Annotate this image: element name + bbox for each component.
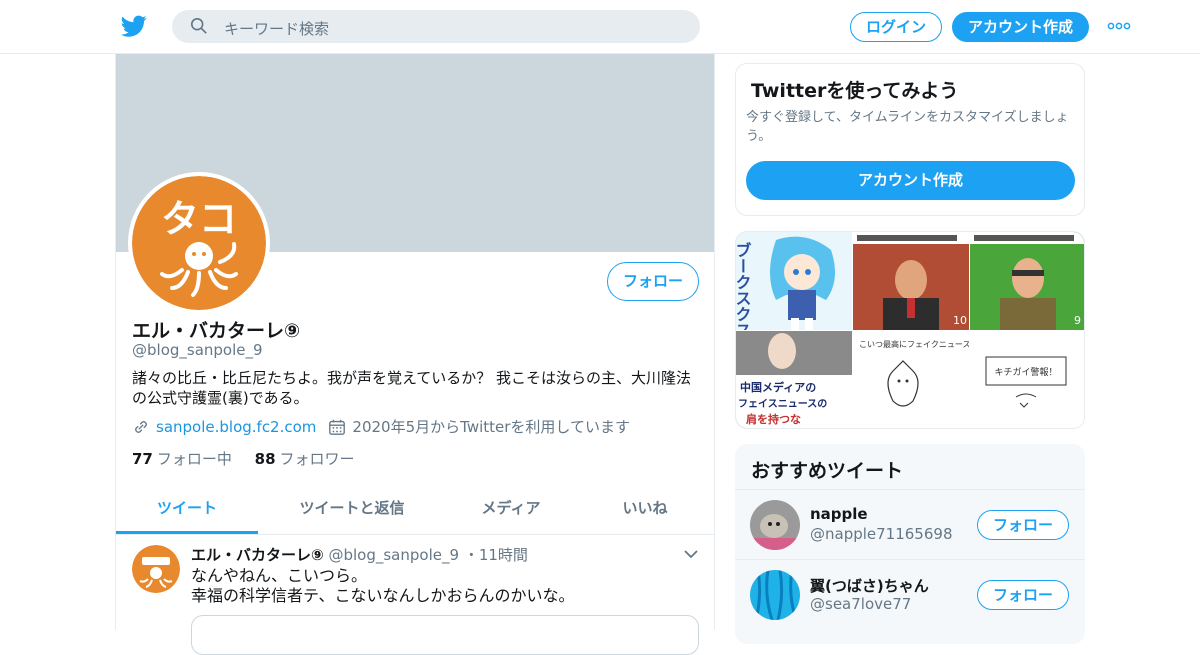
- quoted-tweet[interactable]: [191, 615, 699, 655]
- tab-likes[interactable]: いいね: [576, 486, 714, 534]
- tweet-header: エル・バカターレ⑨ @blog_sanpole_9 ・11時間: [191, 544, 528, 565]
- media-thumb[interactable]: キチガイ警報！: [970, 331, 1084, 428]
- profile-tabs: ツイート ツイートと返信 メディア いいね: [116, 486, 714, 535]
- follow-button[interactable]: フォロー: [977, 510, 1069, 540]
- media-text: 肩を持つな: [746, 412, 801, 426]
- profile-name: エル・バカターレ⑨: [132, 320, 301, 342]
- signup-card: Twitterを使ってみよう 今すぐ登録して、タイムラインをカスタマイズしましょ…: [735, 63, 1085, 216]
- anime-girl-image: ブークスクス: [736, 232, 852, 330]
- tweet-avatar[interactable]: [132, 545, 180, 593]
- avatar-text: タコ: [161, 197, 237, 241]
- blue-image-icon: [750, 570, 800, 620]
- ascii-cat-image: こいつ最高にフェイクニュース: [853, 331, 969, 428]
- media-badge: 9: [1074, 314, 1081, 327]
- media-badge: 10: [953, 314, 967, 327]
- profile-handle: @blog_sanpole_9: [132, 341, 263, 359]
- recommended-user-name[interactable]: napple: [810, 505, 868, 523]
- man-caricature-image: 9: [970, 232, 1084, 330]
- following-label: フォロー中: [156, 450, 232, 468]
- tweet-author-handle[interactable]: @blog_sanpole_9: [328, 546, 459, 564]
- tweet-text: なんやねん、こいつら。 幸福の科学信者テ、こないなんしかおらんのかいな。: [191, 566, 575, 606]
- recommended-title: おすすめツイート: [751, 460, 904, 482]
- cat-photo-icon: [750, 500, 800, 550]
- media-text: こいつ最高にフェイクニュース: [859, 339, 969, 349]
- signup-button[interactable]: アカウント作成: [952, 12, 1089, 42]
- octopus-avatar-small-icon: [132, 545, 180, 593]
- tab-tweets-replies[interactable]: ツイートと返信: [258, 486, 446, 534]
- tweet-text-line: なんやねん、こいつら。: [191, 566, 368, 585]
- follow-button[interactable]: フォロー: [977, 580, 1069, 610]
- recommended-user[interactable]: napple @napple71165698 フォロー: [735, 489, 1085, 559]
- link-icon: [135, 420, 147, 433]
- more-options-icon[interactable]: [1107, 18, 1131, 34]
- tweet-author-name[interactable]: エル・バカターレ⑨: [191, 546, 324, 564]
- media-thumb[interactable]: こいつ最高にフェイクニュース: [853, 331, 969, 428]
- media-grid: ブークスクス 10 9 中国メディアの フェイスニュースの 肩を持つな こいつ最…: [735, 231, 1085, 429]
- media-text: ブークスクス: [736, 241, 752, 330]
- tweet-time[interactable]: 11時間: [479, 546, 528, 564]
- search-icon: [190, 17, 207, 34]
- media-thumb[interactable]: 中国メディアの フェイスニュースの 肩を持つな: [736, 331, 852, 428]
- profile-bio: 諸々の比丘・比丘尼たちよ。我が声を覚えているか？ 我こそは汝らの主、大川隆法の公…: [132, 369, 692, 407]
- tab-media[interactable]: メディア: [446, 486, 576, 534]
- signup-card-button[interactable]: アカウント作成: [746, 161, 1075, 200]
- follow-counts: 77 フォロー中 88 フォロワー: [132, 448, 373, 469]
- media-text: フェイスニュースの: [738, 398, 827, 410]
- media-thumb[interactable]: 10: [853, 232, 969, 330]
- top-bar: キーワード検索 ログイン アカウント作成: [0, 0, 1200, 54]
- following-count: 77: [132, 450, 153, 468]
- calendar-icon: [329, 419, 346, 435]
- media-thumb[interactable]: ブークスクス: [736, 232, 852, 330]
- octopus-avatar-icon: タコ: [132, 176, 266, 310]
- followers-label: フォロワー: [279, 450, 355, 468]
- search-input[interactable]: キーワード検索: [224, 18, 329, 39]
- recommended-user-name[interactable]: 翼(つばさ)ちゃん: [810, 575, 929, 596]
- followers-count: 88: [254, 450, 276, 468]
- follow-button[interactable]: フォロー: [607, 262, 699, 301]
- recommended-panel: おすすめツイート napple @napple71165698 フォロー 翼(つ…: [735, 444, 1085, 644]
- recommended-user-handle: @napple71165698: [810, 525, 953, 543]
- signup-card-desc: 今すぐ登録して、タイムラインをカスタマイズしましょう。: [746, 110, 1069, 144]
- tab-tweets[interactable]: ツイート: [116, 486, 258, 534]
- media-text: 中国メディアの: [740, 380, 816, 394]
- media-text: キチガイ警報！: [994, 366, 1057, 378]
- man-caricature-image: 10: [853, 232, 969, 330]
- recommended-user[interactable]: 翼(つばさ)ちゃん @sea7love77 フォロー: [735, 559, 1085, 629]
- profile-meta: sanpole.blog.fc2.com 2020年5月からTwitterを利用…: [132, 416, 630, 437]
- tweet[interactable]: エル・バカターレ⑨ @blog_sanpole_9 ・11時間 なんやねん、こい…: [116, 535, 714, 655]
- news-photo-image: 中国メディアの フェイスニュースの 肩を持つな: [736, 331, 852, 428]
- avatar[interactable]: [750, 500, 800, 550]
- profile-column: タコ フォロー エル・バカターレ⑨ @blog_sanpole_9 諸々の比丘・…: [115, 54, 715, 655]
- avatar[interactable]: [750, 570, 800, 620]
- profile-website-link[interactable]: sanpole.blog.fc2.com: [156, 418, 316, 436]
- profile-joined-date: 2020年5月からTwitterを利用しています: [352, 418, 630, 436]
- chevron-down-icon[interactable]: [684, 549, 698, 559]
- signup-card-title: Twitterを使ってみよう: [751, 80, 959, 102]
- search-bar[interactable]: キーワード検索: [172, 10, 700, 43]
- media-thumb[interactable]: 9: [970, 232, 1084, 330]
- profile-avatar[interactable]: タコ: [128, 172, 270, 314]
- recommended-user-handle: @sea7love77: [810, 595, 912, 613]
- login-button[interactable]: ログイン: [850, 12, 942, 42]
- tweet-text-line: 幸福の科学信者テ、こないなんしかおらんのかいな。: [191, 586, 575, 605]
- following-count-link[interactable]: 77 フォロー中: [132, 450, 232, 468]
- twitter-logo-icon[interactable]: [120, 13, 148, 39]
- followers-count-link[interactable]: 88 フォロワー: [255, 450, 355, 468]
- tweet-separator: ・: [463, 546, 479, 564]
- ascii-warning-image: キチガイ警報！: [970, 331, 1084, 428]
